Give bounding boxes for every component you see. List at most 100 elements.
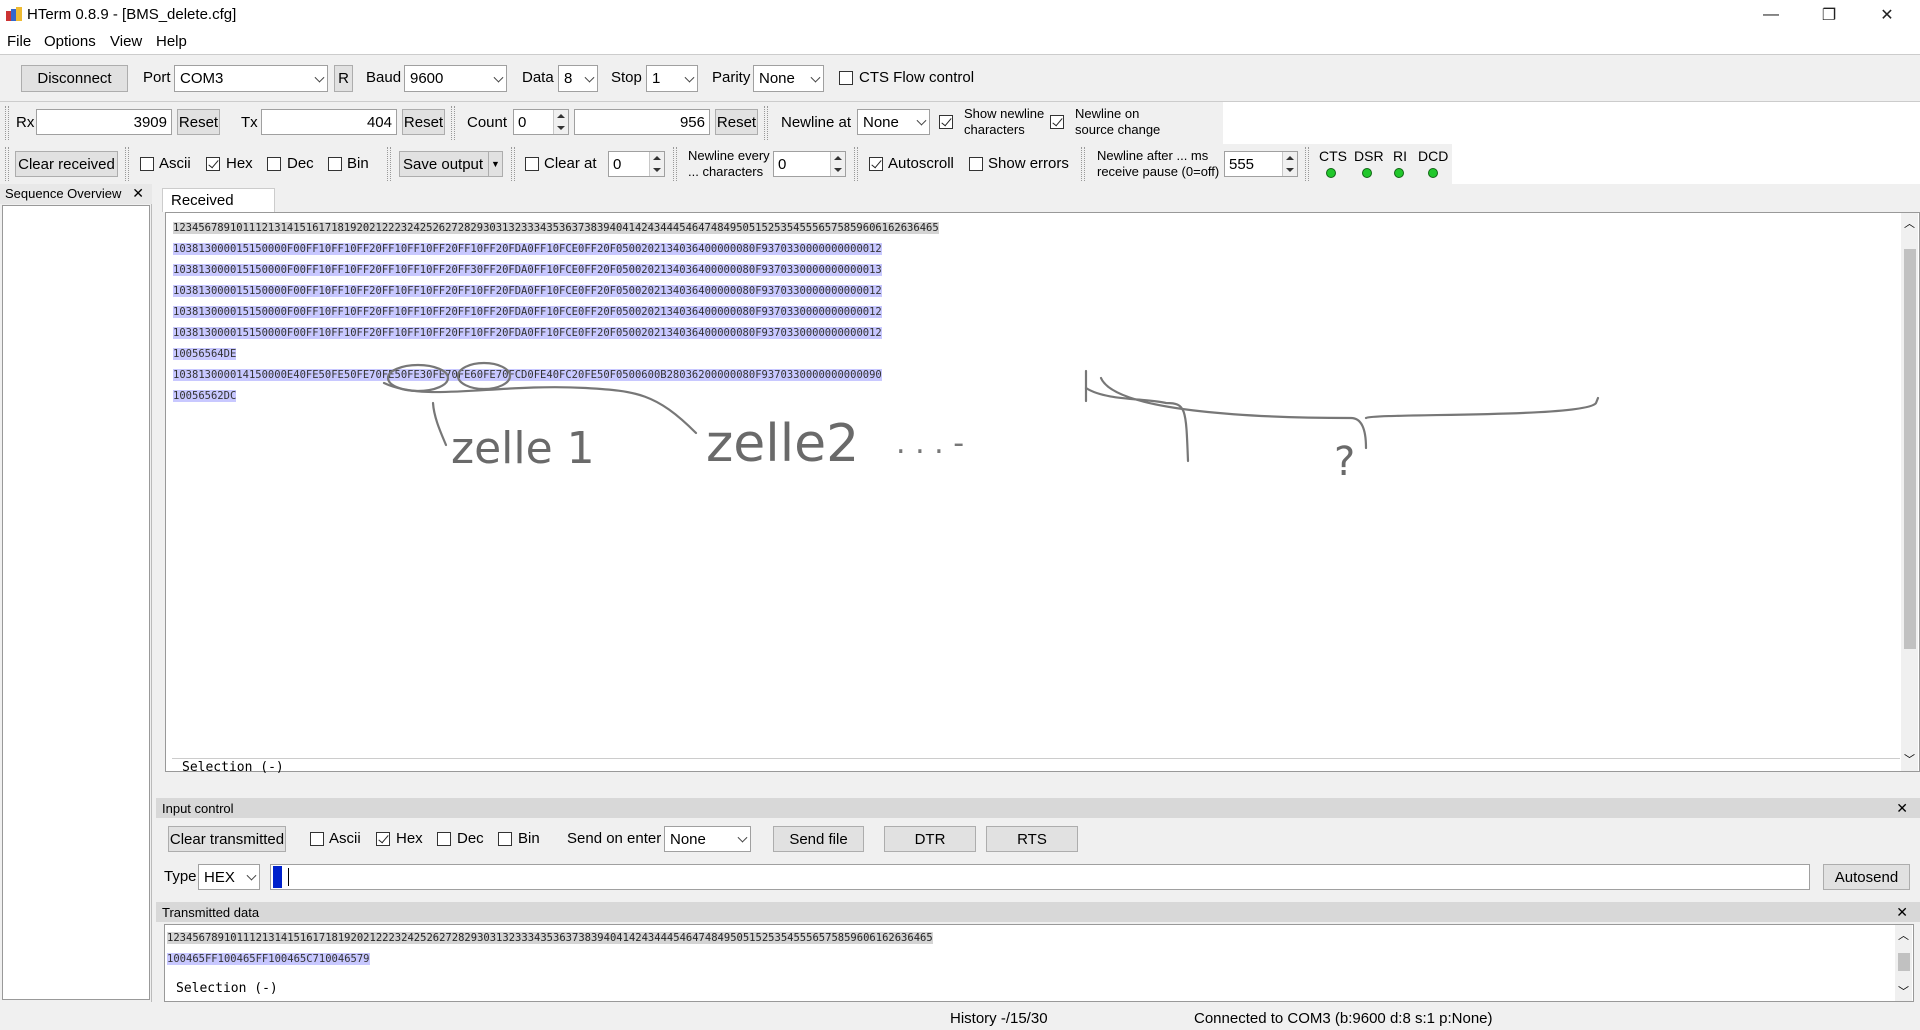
tx-reset-button[interactable]: Reset	[402, 109, 445, 135]
minimize-button[interactable]: —	[1748, 0, 1794, 30]
menu-view[interactable]: View	[110, 33, 142, 50]
menu-file[interactable]: File	[7, 33, 31, 50]
show-errors-checkbox[interactable]	[969, 157, 983, 171]
rx-reset-button[interactable]: Reset	[177, 109, 220, 135]
rx-dec-checkbox[interactable]	[267, 157, 281, 171]
hex-byte[interactable]: 04	[280, 952, 294, 965]
column-index: 12	[249, 931, 262, 944]
data-bits-select[interactable]: 8	[558, 65, 598, 92]
close-button[interactable]: ✕	[1864, 0, 1910, 30]
handwritten-dots: . . . -	[896, 426, 964, 461]
tab-received-data[interactable]: Received Data	[162, 188, 275, 226]
type-select[interactable]: HEX	[198, 864, 260, 890]
clear-at-spinner[interactable]	[649, 152, 664, 176]
menu-options[interactable]: Options	[44, 33, 96, 50]
sequence-overview-close-icon[interactable]: ✕	[132, 185, 144, 202]
column-index: 37	[565, 931, 579, 944]
hex-byte[interactable]: 65	[344, 952, 357, 965]
clear-transmitted-button[interactable]: Clear transmitted	[168, 826, 286, 852]
column-index: 43	[641, 931, 655, 944]
hex-byte[interactable]: 04	[179, 952, 193, 965]
stop-bits-select[interactable]: 1	[646, 65, 698, 92]
hex-byte[interactable]: 79	[356, 952, 370, 965]
cts-flow-checkbox[interactable]	[839, 71, 853, 85]
clear-at-checkbox[interactable]	[525, 157, 539, 171]
rx-bin-checkbox[interactable]	[328, 157, 342, 171]
autoscroll-checkbox[interactable]	[869, 157, 883, 171]
column-index: 40	[603, 931, 617, 944]
rx-scroll-down-icon[interactable]: ﹀	[1904, 751, 1915, 767]
send-file-button[interactable]: Send file	[773, 826, 864, 852]
rx-scrollbar[interactable]: ︿ ﹀	[1901, 213, 1918, 771]
port-select[interactable]: COM3	[174, 65, 328, 92]
column-index: 13	[261, 931, 275, 944]
refresh-ports-button[interactable]: R	[334, 65, 353, 92]
hex-byte[interactable]: 04	[331, 952, 345, 965]
save-output-button[interactable]: Save output ▼	[399, 151, 503, 177]
hex-byte[interactable]: 65	[192, 952, 205, 965]
tx-bin-checkbox[interactable]	[498, 832, 512, 846]
baud-select[interactable]: 9600	[404, 65, 507, 92]
parity-select[interactable]: None	[753, 65, 824, 92]
sequence-list[interactable]	[2, 205, 150, 1000]
menu-help[interactable]: Help	[156, 33, 187, 50]
tx-scroll-up-icon[interactable]: ︿	[1898, 927, 1909, 943]
newline-every-input[interactable]: 0	[773, 151, 846, 177]
newline-after-input[interactable]: 555	[1224, 151, 1298, 177]
hex-byte[interactable]: 65	[293, 952, 307, 965]
clear-received-button[interactable]: Clear received	[15, 151, 118, 177]
newline-every-spinner[interactable]	[830, 152, 845, 176]
received-data-view[interactable]: 1 2 3 4 5 6 7 8 9 10 11 12 13 14 15 16 17 18 19 20 21 22 23 24 2…	[165, 212, 1920, 775]
hex-byte[interactable]: FF	[204, 952, 218, 965]
tx-dec-checkbox[interactable]	[437, 832, 451, 846]
newline-on-source-label-2: source change	[1075, 122, 1161, 137]
tx-hex-checkbox[interactable]	[376, 832, 390, 846]
rx-scrollbar-thumb[interactable]	[1904, 249, 1916, 649]
tx-scrollbar[interactable]: ︿ ﹀	[1895, 925, 1912, 1001]
save-output-dropdown-icon[interactable]: ▼	[488, 152, 502, 176]
send-on-enter-label: Send on enter	[567, 830, 662, 847]
tx-scrollbar-thumb[interactable]	[1898, 953, 1910, 971]
input-control-close-icon[interactable]: ✕	[1896, 800, 1908, 817]
rx-hex-checkbox[interactable]	[206, 157, 220, 171]
rx-ascii-checkbox[interactable]	[140, 157, 154, 171]
column-index: 58	[831, 931, 845, 944]
ri-led-label: RI	[1393, 148, 1407, 164]
hex-byte[interactable]: 04	[230, 952, 243, 965]
hex-byte[interactable]: FF	[255, 952, 269, 965]
maximize-button[interactable]: ❐	[1806, 0, 1852, 30]
newline-on-source-checkbox[interactable]	[1050, 115, 1064, 129]
rts-button[interactable]: RTS	[986, 826, 1078, 852]
transmit-input[interactable]	[270, 864, 1810, 890]
newline-at-select[interactable]: None	[857, 109, 930, 135]
column-index: 29	[464, 931, 478, 944]
hex-byte[interactable]: 10	[318, 952, 332, 965]
rx-scroll-up-icon[interactable]: ︿	[1904, 215, 1915, 231]
dsr-led	[1362, 168, 1372, 178]
count-input[interactable]: 0	[513, 109, 569, 135]
tx-ascii-checkbox[interactable]	[310, 832, 324, 846]
column-index: 42	[628, 931, 642, 944]
hex-byte[interactable]: 10	[268, 952, 281, 965]
transmitted-close-icon[interactable]: ✕	[1896, 904, 1908, 921]
hex-byte[interactable]: 65	[242, 952, 256, 965]
newline-after-spinner[interactable]	[1282, 152, 1297, 176]
hex-byte[interactable]: 10	[167, 952, 180, 965]
port-label: Port	[143, 69, 171, 86]
show-newline-checkbox[interactable]	[939, 115, 953, 129]
transmitted-data-view[interactable]: 1 2 3 4 5 6 7 8 9 10 11 12 13 14 15 16 17 18 19 20 21 22 23 24 2…	[164, 924, 1914, 1002]
column-index: 23	[388, 931, 402, 944]
send-on-enter-select[interactable]: None	[664, 826, 751, 852]
dtr-button[interactable]: DTR	[884, 826, 976, 852]
tx-scroll-down-icon[interactable]: ﹀	[1898, 983, 1909, 999]
count-reset-button[interactable]: Reset	[715, 109, 758, 135]
rx-ascii-label: Ascii	[159, 155, 191, 172]
stop-bits-label: Stop	[611, 69, 642, 86]
disconnect-button[interactable]: Disconnect	[21, 65, 128, 92]
autosend-button[interactable]: Autosend	[1823, 864, 1910, 890]
count-spinner[interactable]	[553, 110, 568, 134]
clear-at-input[interactable]: 0	[608, 151, 665, 177]
hex-byte[interactable]: C7	[306, 952, 319, 965]
status-bar: History -/15/30 Connected to COM3 (b:960…	[0, 1006, 1920, 1030]
hex-byte[interactable]: 10	[217, 952, 231, 965]
